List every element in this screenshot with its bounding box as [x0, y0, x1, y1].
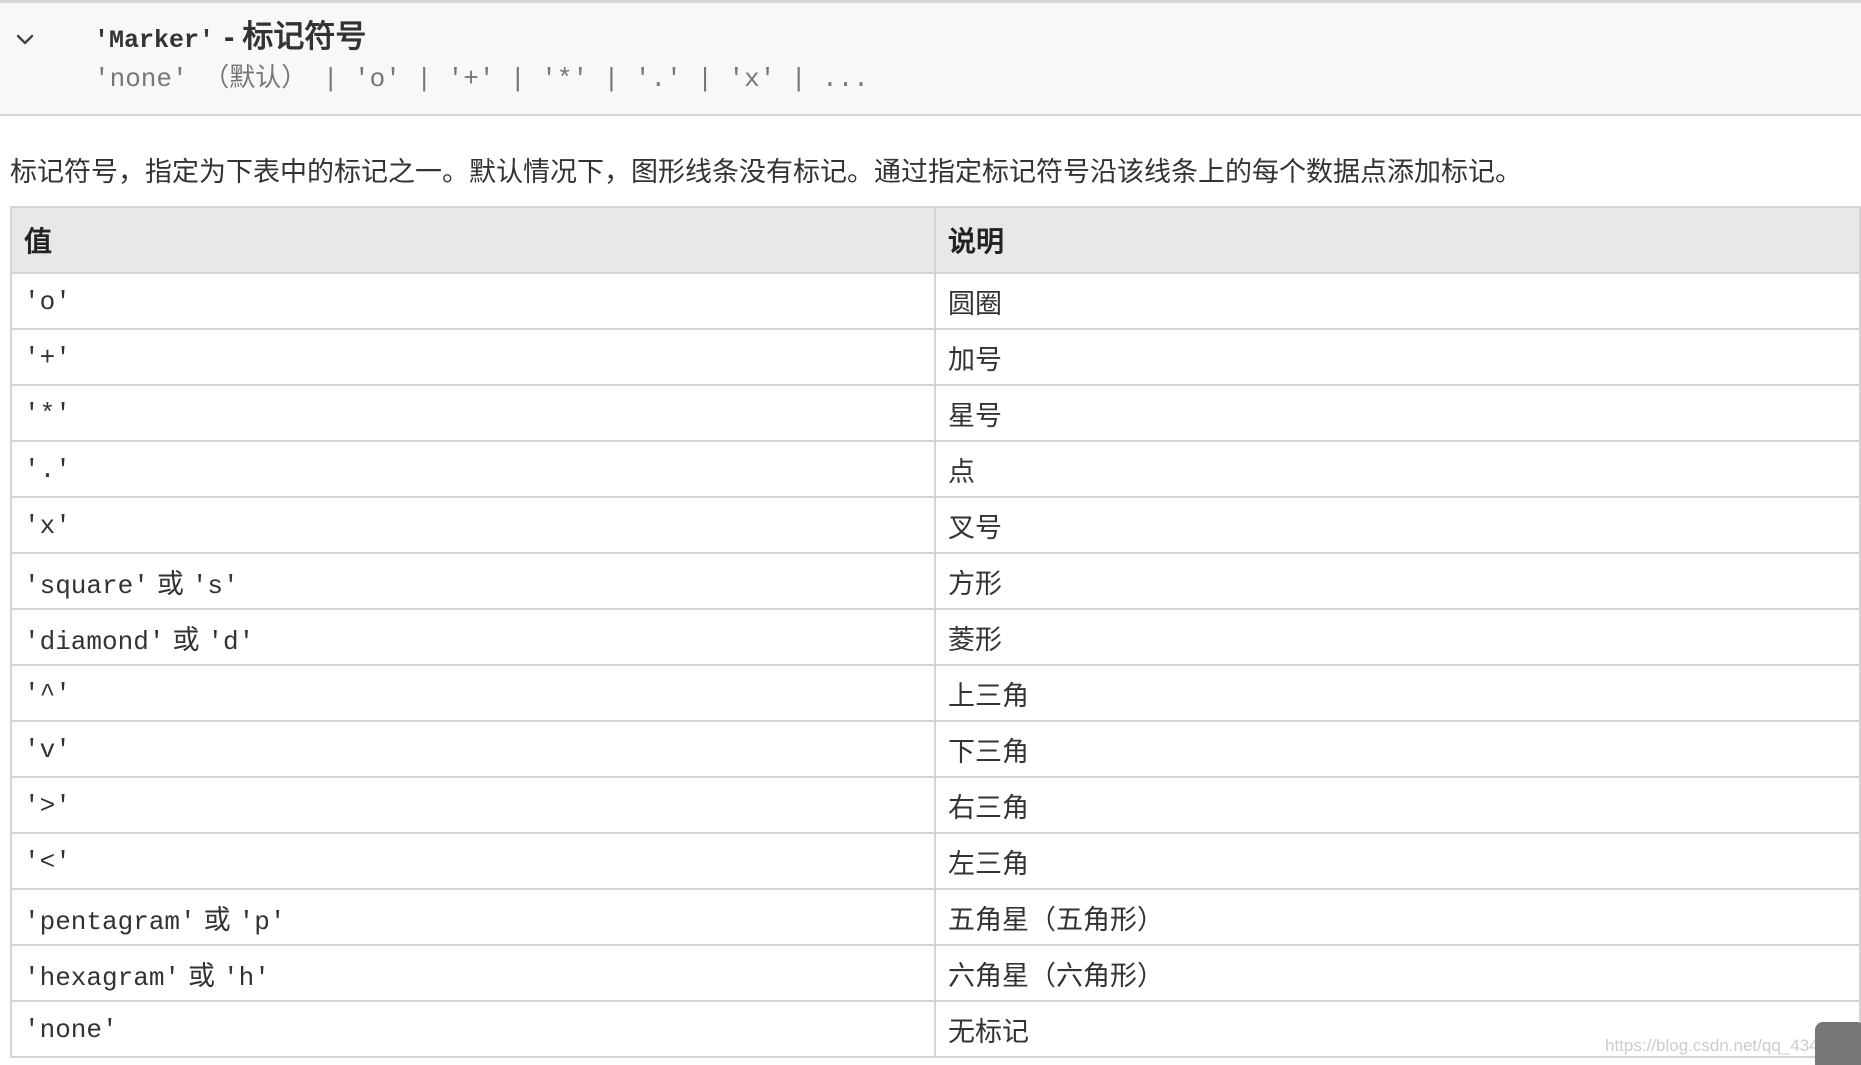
description-cell: 菱形: [934, 608, 1861, 666]
value-cell: '^': [10, 664, 936, 722]
value-cell: '.': [10, 440, 936, 498]
table-row: '<' 左三角: [10, 832, 1861, 890]
value-cell: '>': [10, 776, 936, 834]
marker-value: '>': [24, 791, 71, 821]
marker-value: 'v': [24, 735, 71, 765]
property-title: 'Marker' - 标记符号: [94, 11, 366, 56]
description-cell: 圆圈: [934, 272, 1861, 330]
value-cell: 'o': [10, 272, 936, 330]
value-cell: '<': [10, 832, 936, 890]
table-row: 'pentagram' 或'p' 五角星（五角形）: [10, 888, 1861, 946]
column-header-description: 说明: [934, 206, 1861, 274]
description-cell: 加号: [934, 328, 1861, 386]
table-row: '^' 上三角: [10, 664, 1861, 722]
value-cell: 'v': [10, 720, 936, 778]
marker-value: 'pentagram': [24, 906, 196, 937]
property-header[interactable]: 'Marker' - 标记符号 'none' （默认） | 'o' | '+' …: [0, 0, 1861, 116]
column-header-value: 值: [10, 206, 936, 274]
marker-value: 'hexagram': [24, 962, 181, 993]
table-row: 'v' 下三角: [10, 720, 1861, 778]
table-row: 'o' 圆圈: [10, 272, 1861, 330]
scroll-top-button[interactable]: [1815, 1022, 1861, 1065]
table-row: '*' 星号: [10, 384, 1861, 442]
marker-value: '^': [24, 679, 71, 709]
property-description: 标记符号，指定为下表中的标记之一。默认情况下，图形线条没有标记。通过指定标记符号…: [10, 157, 1522, 187]
value-cell: 'x': [10, 496, 936, 554]
marker-value: 'o': [24, 287, 71, 317]
table-row: '+' 加号: [10, 328, 1861, 386]
marker-alias: 'h': [223, 962, 270, 993]
property-title-text: 标记符号: [242, 19, 367, 54]
property-signature: 'none' （默认） | 'o' | '+' | '*' | '.' | 'x…: [94, 64, 869, 94]
value-cell: 'pentagram' 或'p': [10, 888, 936, 946]
description-cell: 六角星（六角形）: [934, 944, 1861, 1002]
description-cell: 上三角: [934, 664, 1861, 722]
marker-value: 'none': [24, 1015, 118, 1045]
description-cell: 方形: [934, 552, 1861, 610]
table-row: 'diamond' 或'd' 菱形: [10, 608, 1861, 666]
or-text: 或: [172, 624, 200, 655]
marker-value: '<': [24, 847, 71, 877]
table-row: 'none' 无标记: [10, 1000, 1861, 1058]
doc-page: 'Marker' - 标记符号 'none' （默认） | 'o' | '+' …: [0, 0, 1861, 1065]
table-row: 'hexagram' 或'h' 六角星（六角形）: [10, 944, 1861, 1002]
or-text: 或: [203, 904, 231, 935]
value-cell: '*': [10, 384, 936, 442]
value-cell: 'hexagram' 或'h': [10, 944, 936, 1002]
table-row: 'square' 或's' 方形: [10, 552, 1861, 610]
marker-value: '+': [24, 343, 71, 373]
marker-alias: 'd': [207, 626, 255, 657]
description-cell: 点: [934, 440, 1861, 498]
value-cell: '+': [10, 328, 936, 386]
table-header-row: 值 说明: [10, 206, 1861, 274]
description-cell: 右三角: [934, 776, 1861, 834]
property-name: 'Marker': [94, 26, 215, 55]
marker-value: '*': [24, 399, 71, 429]
table-body: 'o' 圆圈 '+' 加号 '*' 星号 '.' 点'x' 叉号'square' 或's' 方形'd…: [10, 272, 1861, 1058]
value-cell: 'none': [10, 1000, 936, 1058]
marker-alias: 'p': [238, 906, 286, 937]
marker-value: 'x': [24, 511, 71, 541]
description-cell: 叉号: [934, 496, 1861, 554]
marker-value: 'diamond': [24, 626, 165, 657]
description-cell: 下三角: [934, 720, 1861, 778]
marker-table: 值 说明 'o' 圆圈 '+' 加号 '*' 星号 '.' 点'x' 叉号'square' 或's…: [10, 206, 1861, 1058]
description-cell: 五角星（五角形）: [934, 888, 1861, 946]
table-row: '.' 点: [10, 440, 1861, 498]
title-separator: -: [224, 19, 235, 54]
value-cell: 'diamond' 或'd': [10, 608, 936, 666]
description-cell: 星号: [934, 384, 1861, 442]
value-cell: 'square' 或's': [10, 552, 936, 610]
description-cell: 左三角: [934, 832, 1861, 890]
chevron-down-icon[interactable]: [14, 29, 36, 51]
or-text: 或: [156, 568, 184, 599]
marker-alias: 's': [191, 570, 239, 601]
or-text: 或: [188, 960, 216, 991]
marker-value: '.': [24, 455, 71, 485]
table-row: 'x' 叉号: [10, 496, 1861, 554]
marker-value: 'square': [24, 570, 149, 601]
table-row: '>' 右三角: [10, 776, 1861, 834]
